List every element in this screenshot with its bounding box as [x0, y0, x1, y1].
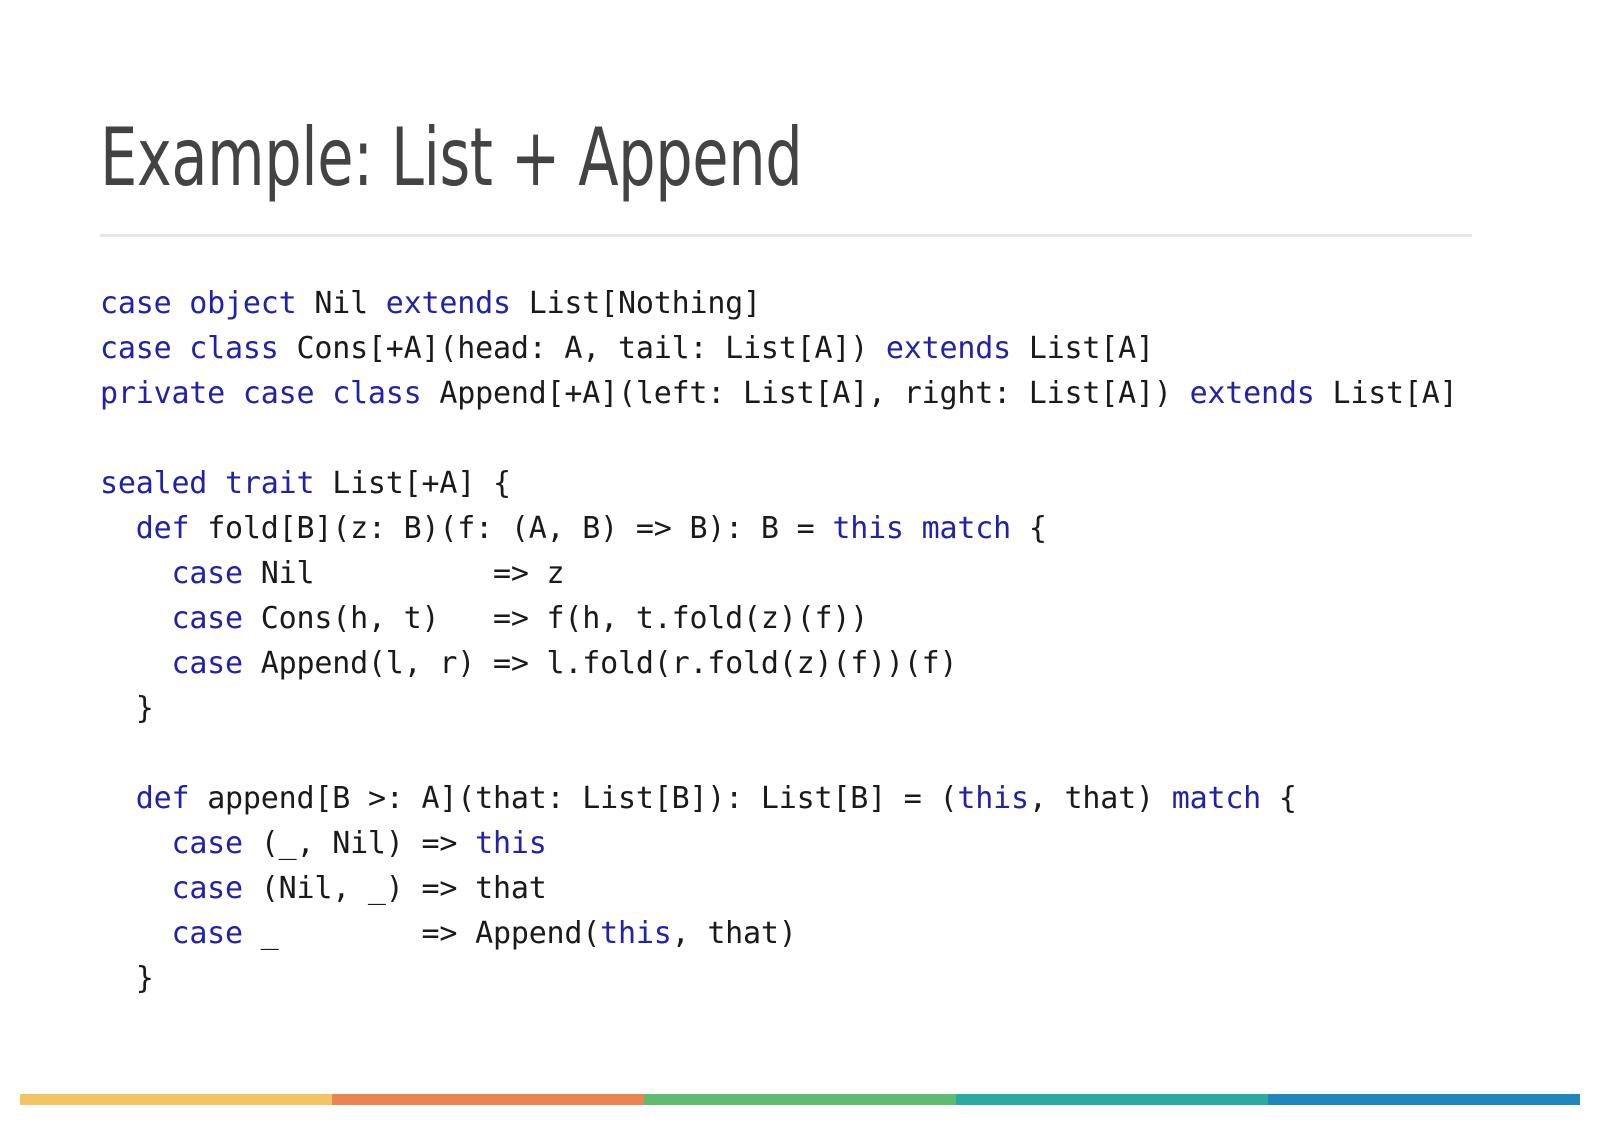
code-line: case (Nil, _) => that: [100, 866, 1600, 911]
color-bar-segment-teal: [956, 1094, 1268, 1105]
code-text: Nil => z: [260, 556, 565, 591]
code-keyword: case: [171, 601, 261, 636]
code-text: List[+A] {: [332, 466, 511, 501]
code-keyword: def: [135, 511, 208, 546]
code-keyword: private case class: [100, 376, 440, 411]
code-text: List[A]: [1332, 376, 1458, 411]
code-text: , that): [1028, 781, 1172, 816]
code-text: {: [1278, 781, 1297, 816]
code-text: {: [1028, 511, 1047, 546]
code-line: }: [100, 686, 1600, 731]
code-text: Append[+A](left: List[A], right: List[A]…: [439, 376, 1190, 411]
color-bar-segment-orange: [332, 1094, 644, 1105]
code-line: case _ => Append(this, that): [100, 911, 1600, 956]
code-line: def append[B >: A](that: List[B]): List[…: [100, 776, 1600, 821]
code-text: (_, Nil) =>: [260, 826, 476, 861]
code-keyword: case class: [100, 331, 297, 366]
code-keyword: extends: [385, 286, 529, 321]
code-line: case object Nil extends List[Nothing]: [100, 281, 1600, 326]
slide-canvas: Example: List + Append case object Nil e…: [0, 0, 1600, 1131]
code-text: Append(l, r) => l.fold(r.fold(z)(f))(f): [260, 646, 958, 681]
code-line: case Nil => z: [100, 551, 1600, 596]
code-keyword: extends: [1189, 376, 1333, 411]
code-text: , that): [671, 916, 797, 951]
code-line: case Append(l, r) => l.fold(r.fold(z)(f)…: [100, 641, 1600, 686]
code-block: case object Nil extends List[Nothing] cas…: [100, 281, 1600, 1001]
code-keyword: this: [475, 826, 547, 861]
code-keyword: case object: [100, 286, 315, 321]
code-line: private case class Append[+A](left: List…: [100, 371, 1600, 416]
code-line: case class Cons[+A](head: A, tail: List[…: [100, 326, 1600, 371]
code-keyword: this: [600, 916, 672, 951]
code-text: List[Nothing]: [528, 286, 761, 321]
code-keyword: case: [171, 916, 261, 951]
code-line: sealed trait List[+A] {: [100, 461, 1600, 506]
code-text: }: [100, 691, 154, 726]
page-title: Example: List + Append: [100, 111, 803, 204]
code-line: case Cons(h, t) => f(h, t.fold(z)(f)): [100, 596, 1600, 641]
code-text: (Nil, _) => that: [260, 871, 547, 906]
code-line: }: [100, 956, 1600, 1001]
code-text: _ => Append(: [260, 916, 601, 951]
code-text: Cons[+A](head: A, tail: List[A]): [296, 331, 886, 366]
color-bar-segment-blue: [1268, 1094, 1580, 1105]
title-area: Example: List + Append: [100, 118, 1500, 198]
title-divider: [100, 234, 1472, 237]
code-keyword: this: [957, 781, 1029, 816]
code-keyword: sealed trait: [100, 466, 333, 501]
code-keyword: def: [135, 781, 208, 816]
code-text: Nil: [314, 286, 386, 321]
code-text: }: [100, 961, 154, 996]
code-keyword: case: [171, 871, 261, 906]
code-text: append[B >: A](that: List[B]): List[B] =…: [207, 781, 958, 816]
code-keyword: extends: [885, 331, 1029, 366]
footer-color-bar: [20, 1094, 1580, 1105]
code-keyword: this match: [832, 511, 1029, 546]
code-line: case (_, Nil) => this: [100, 821, 1600, 866]
color-bar-segment-yellow: [20, 1094, 332, 1105]
code-keyword: case: [171, 646, 261, 681]
code-text: Cons(h, t) => f(h, t.fold(z)(f)): [260, 601, 869, 636]
code-keyword: case: [171, 556, 261, 591]
code-keyword: match: [1171, 781, 1279, 816]
code-text: List[A]: [1028, 331, 1154, 366]
color-bar-segment-green: [644, 1094, 956, 1105]
code-line: def fold[B](z: B)(f: (A, B) => B): B = t…: [100, 506, 1600, 551]
code-text: fold[B](z: B)(f: (A, B) => B): B =: [207, 511, 833, 546]
code-keyword: case: [171, 826, 261, 861]
